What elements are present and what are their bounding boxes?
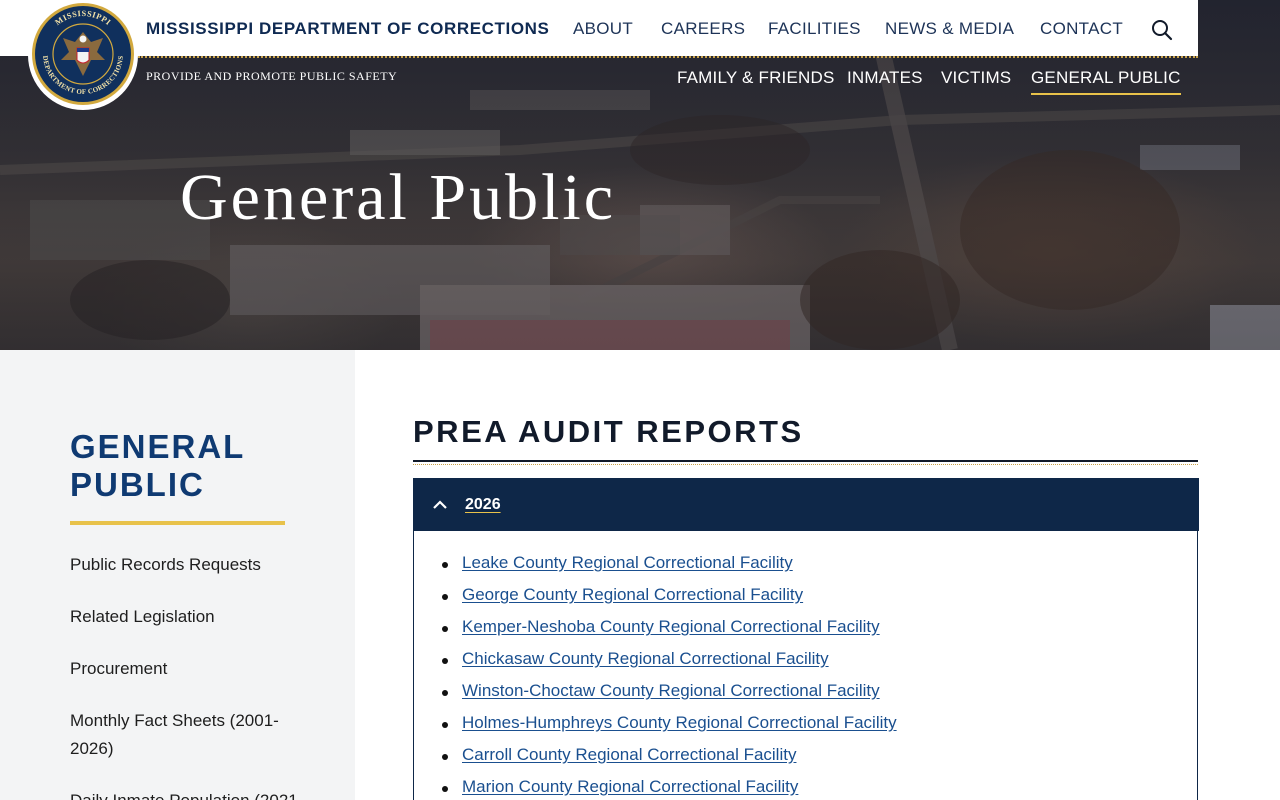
report-link[interactable]: George County Regional Correctional Faci… — [462, 585, 803, 605]
nav-careers[interactable]: CAREERS — [661, 19, 745, 39]
sidebar-item-monthly-fact-sheets[interactable]: Monthly Fact Sheets (2001-2026) — [70, 707, 310, 763]
sidebar: GENERAL PUBLIC Public Records Requests R… — [0, 350, 355, 800]
section-title-rule — [413, 460, 1198, 462]
sidebar-title: GENERAL PUBLIC — [70, 428, 245, 503]
section-title-dotted-rule — [413, 464, 1198, 466]
bullet-icon — [442, 626, 448, 632]
tagline: PROVIDE AND PROMOTE PUBLIC SAFETY — [146, 69, 398, 83]
subnav-inmates[interactable]: INMATES — [847, 68, 923, 88]
report-link[interactable]: Marion County Regional Correctional Faci… — [462, 777, 798, 797]
sidebar-item-public-records[interactable]: Public Records Requests — [70, 551, 310, 579]
nav-news-media[interactable]: NEWS & MEDIA — [885, 19, 1014, 39]
sidebar-item-procurement[interactable]: Procurement — [70, 655, 310, 683]
chevron-up-icon[interactable] — [432, 498, 448, 510]
bullet-icon — [442, 690, 448, 696]
subnav-family-friends[interactable]: FAMILY & FRIENDS — [677, 68, 835, 88]
accordion-year[interactable]: 2026 — [465, 496, 501, 514]
mdoc-seal-logo[interactable]: MISSISSIPPI DEPARTMENT OF CORRECTIONS — [28, 0, 138, 110]
bullet-icon — [442, 786, 448, 792]
report-link[interactable]: Carroll County Regional Correctional Fac… — [462, 745, 796, 765]
nav-contact[interactable]: CONTACT — [1040, 19, 1123, 39]
seal-emblem: MISSISSIPPI DEPARTMENT OF CORRECTIONS — [32, 3, 134, 105]
section-title: PREA AUDIT REPORTS — [413, 414, 804, 449]
bullet-icon — [442, 562, 448, 568]
report-link[interactable]: Chickasaw County Regional Correctional F… — [462, 649, 829, 669]
header-dotted-rule — [138, 56, 1198, 59]
bullet-icon — [442, 722, 448, 728]
sidebar-item-related-legislation[interactable]: Related Legislation — [70, 603, 310, 631]
subnav-general-public[interactable]: GENERAL PUBLIC — [1031, 68, 1181, 95]
report-link[interactable]: Winston-Choctaw County Regional Correcti… — [462, 681, 880, 701]
brand-name[interactable]: MISSISSIPPI DEPARTMENT OF CORRECTIONS — [146, 19, 549, 39]
nav-about[interactable]: ABOUT — [573, 19, 633, 39]
page-title: General Public — [180, 161, 617, 234]
sidebar-title-underline — [70, 521, 285, 525]
sidebar-item-daily-inmate-population[interactable]: Daily Inmate Population (2021- — [70, 787, 310, 800]
year-accordion: 2026 Leake County Regional Correctional … — [413, 478, 1199, 800]
bullet-icon — [442, 658, 448, 664]
nav-facilities[interactable]: FACILITIES — [768, 19, 861, 39]
report-link[interactable]: Leake County Regional Correctional Facil… — [462, 553, 793, 573]
search-button[interactable] — [1150, 18, 1174, 42]
bullet-icon — [442, 754, 448, 760]
accordion-header[interactable]: 2026 — [414, 478, 1199, 531]
bullet-icon — [442, 594, 448, 600]
report-link[interactable]: Kemper-Neshoba County Regional Correctio… — [462, 617, 880, 637]
subnav-victims[interactable]: VICTIMS — [941, 68, 1011, 88]
report-link[interactable]: Holmes-Humphreys County Regional Correct… — [462, 713, 897, 733]
search-icon — [1152, 20, 1173, 41]
